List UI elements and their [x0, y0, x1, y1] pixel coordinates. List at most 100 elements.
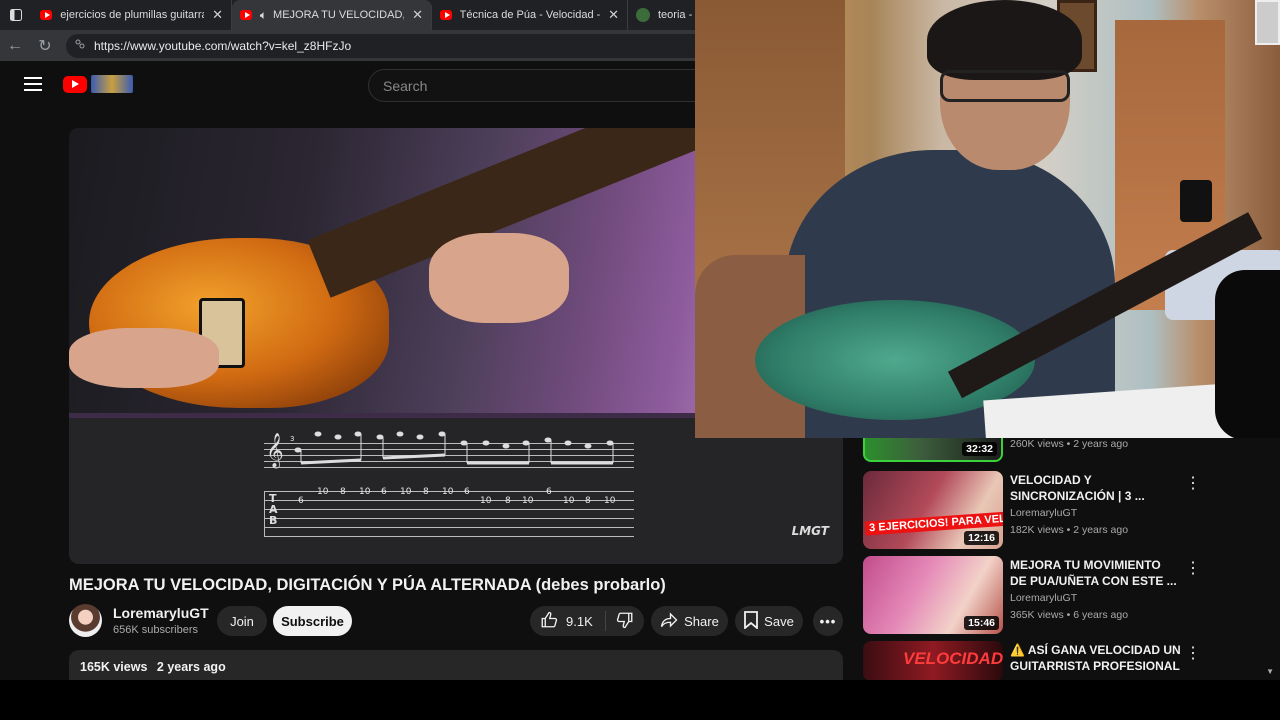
video-title: MEJORA TU MOVIMIENTO DE PUA/UÑETA CON ES… — [1010, 558, 1177, 588]
person-glasses — [940, 70, 1070, 102]
tab-title: MEJORA TU VELOCIDAD, DIG — [273, 9, 405, 21]
channel-avatar[interactable] — [69, 604, 102, 637]
save-button[interactable]: Save — [735, 606, 803, 636]
duration-badge: 12:16 — [964, 531, 999, 545]
join-button[interactable]: Join — [217, 606, 267, 636]
tab-number: 10 — [442, 487, 454, 497]
thumbs-up-icon — [540, 611, 558, 632]
duration-badge: 15:46 — [964, 616, 999, 630]
picking-hand — [69, 328, 219, 388]
tab-number: 10 — [480, 496, 492, 506]
fretting-hand — [429, 233, 569, 323]
channel-name[interactable]: LoremaryluGT — [113, 605, 209, 621]
tab-number: 6 — [546, 487, 552, 497]
more-horizontal-icon: ••• — [819, 613, 837, 629]
clip-light — [1180, 180, 1212, 222]
video-meta: 365K views • 6 years ago — [1010, 609, 1129, 621]
tab-label: TAB — [269, 492, 278, 527]
upload-age: 2 years ago — [156, 660, 226, 674]
more-actions-button[interactable]: ••• — [813, 606, 843, 636]
tablature: 𝄞 3 TAB 6 10 8 10 6 10 8 10 6 10 8 10 6 … — [264, 423, 634, 564]
like-dislike-group: 9.1K — [530, 606, 644, 636]
tab-number: 10 — [522, 496, 534, 506]
speaker-icon[interactable]: 🔈︎ — [260, 8, 267, 23]
video-title: ⚠️ ASÍ GANA VELOCIDAD UN GUITARRISTA PRO… — [1010, 643, 1181, 680]
youtube-icon — [440, 10, 452, 20]
tab-number: 8 — [340, 487, 346, 497]
close-icon[interactable]: ✕ — [608, 7, 619, 23]
url-text: https://www.youtube.com/watch?v=kel_z8HF… — [94, 38, 352, 53]
recommendation-item[interactable]: 15:46 MEJORA TU MOVIMIENTO DE PUA/UÑETA … — [863, 556, 1273, 636]
tab-title: ejercicios de plumillas guitarra - Y — [60, 9, 205, 21]
tab-number: 10 — [359, 487, 371, 497]
close-icon[interactable]: ✕ — [212, 7, 223, 23]
browser-window: ejercicios de plumillas guitarra - Y ✕ 🔈… — [0, 0, 1280, 680]
subscribe-button[interactable]: Subscribe — [273, 606, 352, 636]
tab-title: teoria - — [658, 9, 693, 21]
doodle-logo — [91, 75, 133, 93]
youtube-icon — [63, 75, 87, 93]
like-button[interactable]: 9.1K — [530, 611, 606, 631]
channel-name: LoremaryluGT — [1010, 507, 1078, 519]
video-title: VELOCIDAD Y SINCRONIZACIÓN | 3 ... — [1010, 473, 1145, 503]
save-label: Save — [764, 613, 794, 629]
recommendation-item[interactable]: 3 EJERCICIOS! PARA VELOCIDAD 12:16 VELOC… — [863, 471, 1273, 551]
webcam-overlay — [695, 0, 1280, 438]
youtube-logo[interactable] — [63, 75, 133, 93]
reload-icon[interactable]: ↻ — [30, 31, 60, 61]
duration-badge: 32:32 — [962, 442, 997, 456]
tab-number: 6 — [464, 487, 470, 497]
more-vertical-icon[interactable]: ⋮ — [1185, 643, 1201, 663]
tab-number: 8 — [505, 496, 511, 506]
thumbnail-text: VELOCIDAD — [903, 649, 1003, 668]
share-button[interactable]: Share — [651, 606, 728, 636]
video-title: MEJORA TU VELOCIDAD, DIGITACIÓN Y PÚA AL… — [69, 576, 666, 594]
tab-number: 6 — [381, 487, 387, 497]
video-thumbnail: VELOCIDAD — [863, 641, 1003, 680]
more-vertical-icon[interactable]: ⋮ — [1185, 473, 1201, 493]
video-thumbnail: 3 EJERCICIOS! PARA VELOCIDAD 12:16 — [863, 471, 1003, 549]
tab-actions-icon[interactable] — [0, 0, 32, 30]
tab-number: 10 — [317, 487, 329, 497]
video-thumbnail: 15:46 — [863, 556, 1003, 634]
channel-watermark: LMGT — [791, 524, 829, 538]
browser-tab[interactable]: ejercicios de plumillas guitarra - Y ✕ — [32, 0, 232, 30]
tab-number: 6 — [298, 496, 304, 506]
site-info-icon[interactable] — [74, 38, 86, 53]
youtube-icon — [240, 10, 252, 20]
tab-title: Técnica de Púa - Velocidad - Preci — [459, 9, 601, 21]
like-count: 9.1K — [566, 613, 593, 629]
scroll-down-arrow-icon[interactable]: ▼ — [1266, 667, 1274, 676]
video-meta: 260K views • 2 years ago — [1010, 438, 1129, 450]
close-icon[interactable]: ✕ — [412, 7, 423, 23]
tab-number: 10 — [604, 496, 616, 506]
globe-icon — [636, 8, 650, 22]
view-count: 165K views — [80, 660, 148, 674]
menu-icon[interactable] — [24, 77, 42, 91]
treble-clef-icon: 𝄞 — [266, 433, 284, 468]
search-input[interactable]: Search — [368, 69, 708, 102]
description-box[interactable]: 165K views 2 years ago — [69, 650, 843, 680]
recommendation-item[interactable]: VELOCIDAD ⚠️ ASÍ GANA VELOCIDAD UN GUITA… — [863, 641, 1273, 680]
speaker — [1215, 270, 1280, 438]
share-icon — [660, 611, 678, 631]
youtube-icon — [40, 10, 53, 20]
subscriber-count: 656K subscribers — [113, 624, 198, 636]
channel-name: LoremaryluGT — [1010, 592, 1078, 604]
person-hair — [927, 0, 1082, 80]
share-label: Share — [684, 613, 719, 629]
notation-notes — [294, 431, 614, 465]
browser-tab-active[interactable]: 🔈︎ MEJORA TU VELOCIDAD, DIG ✕ — [232, 0, 432, 30]
dislike-button[interactable] — [606, 611, 644, 632]
bookmark-icon — [744, 610, 759, 632]
thumbs-down-icon — [616, 611, 634, 632]
back-arrow-icon[interactable]: ← — [0, 31, 30, 61]
wall-picture — [1255, 0, 1280, 45]
video-meta: 182K views • 2 years ago — [1010, 524, 1129, 536]
more-vertical-icon[interactable]: ⋮ — [1185, 558, 1201, 578]
tab-number: 10 — [563, 496, 575, 506]
tab-number: 8 — [423, 487, 429, 497]
tab-number: 10 — [400, 487, 412, 497]
browser-tab[interactable]: Técnica de Púa - Velocidad - Preci ✕ — [432, 0, 628, 30]
tab-number: 8 — [585, 496, 591, 506]
